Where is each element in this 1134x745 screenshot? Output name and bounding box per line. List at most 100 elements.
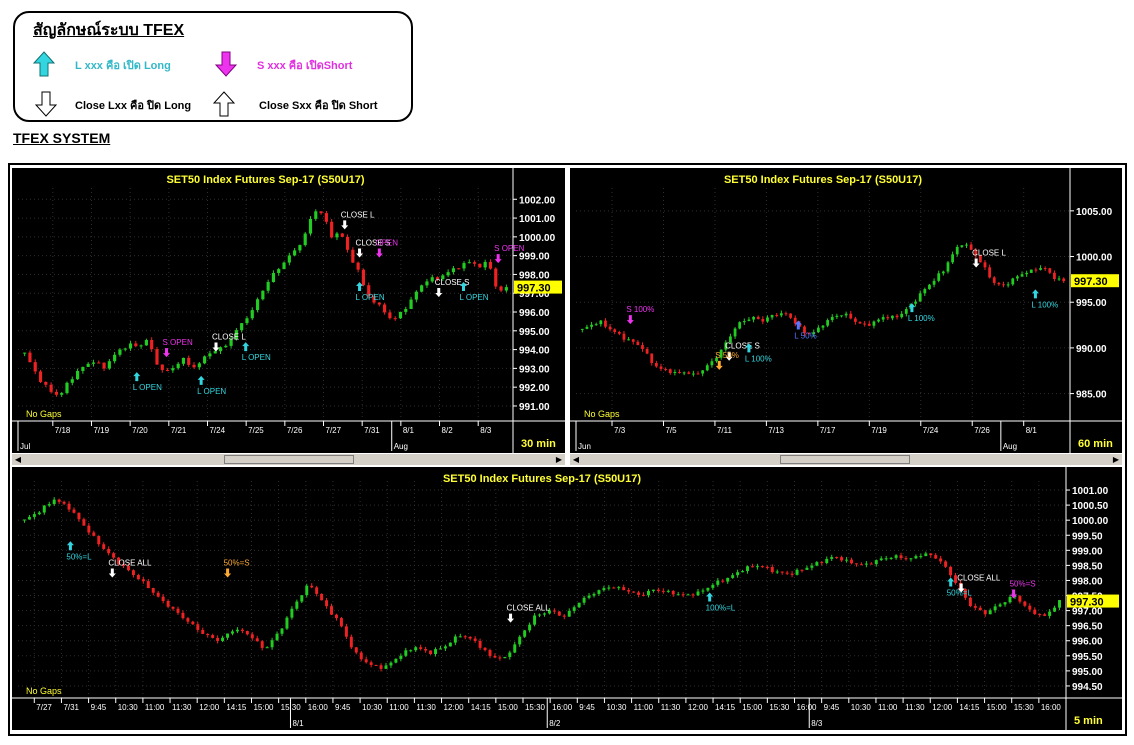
last-price-label: 997.30: [517, 283, 551, 295]
candle-body: [1011, 278, 1015, 285]
candle-body: [250, 634, 254, 639]
y-tick-label: 1000.00: [1072, 516, 1109, 527]
candle-body: [245, 318, 249, 324]
candle-body: [686, 594, 690, 596]
scroll-thumb[interactable]: [224, 455, 354, 464]
candle-body: [112, 553, 116, 558]
x-tick-label: 10:30: [362, 703, 383, 712]
candle-body: [542, 613, 546, 615]
candle-body: [118, 349, 122, 355]
candle-body: [62, 501, 66, 504]
candle-body: [339, 618, 343, 627]
candle-body: [488, 261, 493, 269]
candle-body: [468, 636, 472, 639]
y-tick-label: 1000.50: [1072, 501, 1109, 512]
candle-body: [678, 372, 681, 374]
candle-body: [191, 621, 195, 625]
candle-body: [171, 606, 175, 609]
y-tick-label: 1002.00: [519, 195, 556, 206]
x-sub-tick-label: Jun: [578, 442, 591, 451]
x-tick-label: 7/27: [36, 703, 52, 712]
candle-body: [756, 316, 760, 319]
candle-body: [369, 662, 373, 665]
x-sub-tick-label: 8/1: [292, 719, 304, 728]
scroll-left-icon[interactable]: ◀: [12, 454, 24, 465]
candle-body: [960, 245, 964, 247]
candle-body: [457, 268, 461, 270]
candle-body: [285, 617, 289, 629]
candle-body: [784, 313, 788, 315]
scroll-thumb[interactable]: [780, 455, 910, 464]
candle-body: [741, 571, 745, 573]
candle-body: [895, 315, 899, 318]
candle-body: [528, 624, 532, 631]
x-tick-label: 7/26: [974, 426, 990, 435]
candle-body: [57, 499, 61, 502]
y-tick-label: 990.00: [1076, 344, 1107, 355]
x-tick-label: 11:30: [661, 703, 681, 712]
chart-60min-scrollbar[interactable]: ◀ ▶: [570, 453, 1122, 465]
candle-body: [785, 572, 789, 574]
y-tick-label: 995.00: [1076, 298, 1107, 309]
candle-body: [290, 608, 294, 618]
candle-body: [1016, 276, 1019, 279]
candle-body: [1043, 614, 1047, 616]
candle-body: [585, 326, 589, 329]
chart-30min-scrollbar[interactable]: ◀ ▶: [12, 453, 565, 465]
x-tick-label: 8/1: [403, 426, 415, 435]
scroll-right-icon[interactable]: ▶: [553, 454, 565, 465]
scroll-left-icon[interactable]: ◀: [570, 454, 582, 465]
candle-body: [755, 566, 759, 568]
candle-body: [295, 601, 299, 609]
scroll-right-icon[interactable]: ▶: [1110, 454, 1122, 465]
candle-body: [821, 325, 825, 328]
candle-body: [607, 587, 611, 589]
candle-body: [128, 343, 133, 349]
candle-body: [260, 641, 264, 648]
candle-body: [508, 652, 512, 657]
candle-body: [681, 594, 685, 596]
candle-body: [453, 636, 457, 643]
candle-body: [473, 262, 477, 264]
chart-background: [12, 467, 1122, 730]
candle-body: [872, 321, 876, 326]
candle-body: [60, 393, 64, 395]
candle-body: [208, 353, 212, 357]
x-tick-label: 7/20: [132, 426, 148, 435]
x-tick-label: 9:45: [91, 703, 107, 712]
candle-body: [513, 644, 517, 653]
candle-body: [77, 512, 81, 520]
candle-body: [1034, 269, 1038, 271]
candle-body: [1025, 272, 1029, 275]
y-tick-label: 985.00: [1076, 390, 1107, 401]
candle-body: [914, 301, 917, 304]
candle-body: [293, 250, 297, 256]
candle-body: [752, 316, 755, 320]
x-tick-label: 9:45: [824, 703, 840, 712]
x-tick-label: 11:00: [145, 703, 165, 712]
candle-body: [760, 566, 764, 568]
candle-body: [250, 310, 254, 319]
chart-title: SET50 Index Futures Sep-17 (S50U17): [443, 473, 641, 485]
candle-body: [934, 555, 938, 559]
candle-body: [770, 567, 774, 573]
candle-body: [1029, 269, 1033, 273]
candle-body: [213, 351, 217, 354]
candle-body: [330, 221, 334, 238]
x-tick-label: 7/24: [923, 426, 939, 435]
x-tick-label: 11:30: [416, 703, 436, 712]
chart-30min: 1002.00 1001.00 1000.00 999.00 998.00 997.00 9…: [12, 168, 565, 453]
candle-body: [448, 642, 452, 647]
candle-body: [557, 611, 561, 616]
candle-body: [793, 317, 797, 324]
signal-label: CLOSE ALL: [108, 558, 152, 567]
candle-body: [377, 302, 381, 305]
candle-body: [850, 559, 854, 564]
candle-body: [992, 277, 996, 283]
candle-body: [230, 631, 234, 634]
candle-body: [929, 553, 933, 556]
candle-body: [1048, 611, 1052, 616]
candle-body: [429, 650, 433, 655]
signal-label: L 100%: [908, 314, 935, 323]
candle-body: [320, 593, 324, 601]
